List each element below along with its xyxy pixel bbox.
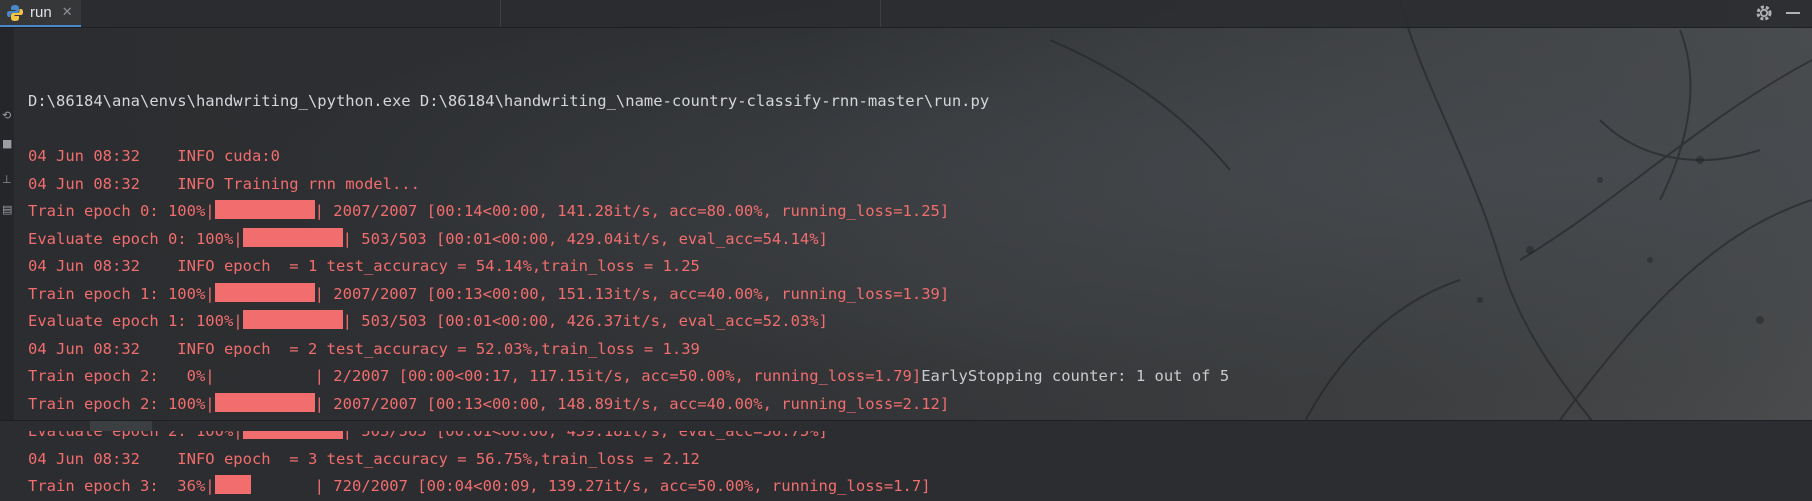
log-line: 04 Jun 08:32 INFO epoch = 2 test_accurac…	[28, 336, 1812, 364]
progress-suffix: | 2007/2007 [00:13<00:00, 151.13it/s, ac…	[314, 284, 950, 303]
log-line: 04 Jun 08:32 INFO epoch = 1 test_accurac…	[28, 253, 1812, 281]
header-separator	[500, 0, 501, 27]
progress-bar-fill	[214, 200, 315, 219]
log-line: 04 Jun 08:32 INFO cuda:0	[28, 143, 1812, 171]
progress-bar-fill	[242, 227, 343, 247]
run-toolbar: ⟲ ■ ⊥ ▤	[0, 27, 14, 422]
progress-line: Train epoch 0: 100%| | 2007/2007 [00:14<0…	[28, 198, 1812, 226]
pin-icon[interactable]: ⊥	[2, 173, 12, 187]
progress-suffix: | 720/2007 [00:04<00:09, 139.27it/s, acc…	[314, 477, 931, 495]
gear-icon[interactable]	[1754, 3, 1774, 23]
progress-prefix: Train epoch 3: 36%|	[28, 477, 215, 495]
progress-line: Train epoch 2: 0%| | 2/2007 [00:00<00:17,…	[28, 363, 1812, 391]
progress-suffix: | 2007/2007 [00:14<00:00, 141.28it/s, ac…	[314, 202, 950, 220]
run-tab[interactable]: run ✕	[0, 0, 81, 27]
progress-prefix: Train epoch 0: 100%|	[28, 202, 215, 220]
progress-line: Evaluate epoch 1: 100%| | 503/503 [00:01<…	[28, 308, 1812, 336]
progress-bar-empty	[251, 475, 315, 494]
python-icon	[7, 4, 23, 21]
progress-suffix: | 2/2007 [00:00<00:17, 117.15it/s, acc=5…	[314, 367, 922, 385]
progress-bar-fill	[214, 475, 251, 494]
log-text: 04 Jun 08:32 INFO Training rnn model...	[28, 174, 420, 193]
progress-prefix: Train epoch 2: 0%|	[28, 367, 215, 385]
run-tool-window-header: run ✕	[0, 0, 1812, 28]
run-tab-label: run	[30, 4, 52, 21]
bottom-tool-tab[interactable]	[90, 421, 152, 431]
close-icon[interactable]: ✕	[62, 5, 73, 20]
minimize-icon[interactable]	[1786, 12, 1800, 14]
progress-suffix: | 503/503 [00:01<00:00, 426.37it/s, eval…	[342, 312, 828, 330]
bottom-tool-strip	[0, 420, 1812, 431]
progress-prefix: Evaluate epoch 1: 100%|	[28, 312, 243, 330]
progress-prefix: Train epoch 2: 100%|	[28, 394, 215, 413]
log-text: 04 Jun 08:32 INFO cuda:0	[28, 147, 280, 165]
progress-prefix: Train epoch 1: 100%|	[28, 284, 215, 303]
progress-bar-empty	[215, 365, 315, 384]
console-command-line: D:\86184\ana\envs\handwriting_\python.ex…	[28, 92, 990, 110]
log-text: 04 Jun 08:32 INFO epoch = 3 test_accurac…	[28, 449, 700, 468]
header-separator	[880, 0, 881, 27]
progress-line: Train epoch 2: 100%| | 2007/2007 [00:13<0…	[28, 391, 1812, 419]
print-icon[interactable]: ▤	[2, 203, 12, 217]
progress-suffix: | 2007/2007 [00:13<00:00, 148.89it/s, ac…	[314, 394, 950, 413]
log-text: 04 Jun 08:32 INFO epoch = 2 test_accurac…	[28, 339, 700, 358]
progress-line: Evaluate epoch 0: 100%| | 503/503 [00:01<…	[28, 226, 1812, 254]
progress-bar-fill	[214, 392, 315, 412]
log-line: 04 Jun 08:32 INFO Training rnn model...	[28, 171, 1812, 199]
log-line: 04 Jun 08:32 INFO epoch = 3 test_accurac…	[28, 446, 1812, 474]
log-text: 04 Jun 08:32 INFO epoch = 1 test_accurac…	[28, 257, 700, 275]
progress-line: Train epoch 1: 100%| | 2007/2007 [00:13<0…	[28, 281, 1812, 309]
stop-icon[interactable]: ■	[2, 137, 12, 151]
progress-line: Train epoch 3: 36%| | 720/2007 [00:04<00:…	[28, 473, 1812, 501]
rerun-icon[interactable]: ⟲	[2, 109, 12, 123]
progress-prefix: Evaluate epoch 0: 100%|	[28, 229, 243, 248]
progress-bar-fill	[214, 282, 315, 302]
progress-bar-fill	[242, 310, 343, 329]
early-stopping-message: EarlyStopping counter: 1 out of 5	[921, 367, 1230, 385]
progress-suffix: | 503/503 [00:01<00:00, 429.04it/s, eval…	[342, 229, 828, 248]
